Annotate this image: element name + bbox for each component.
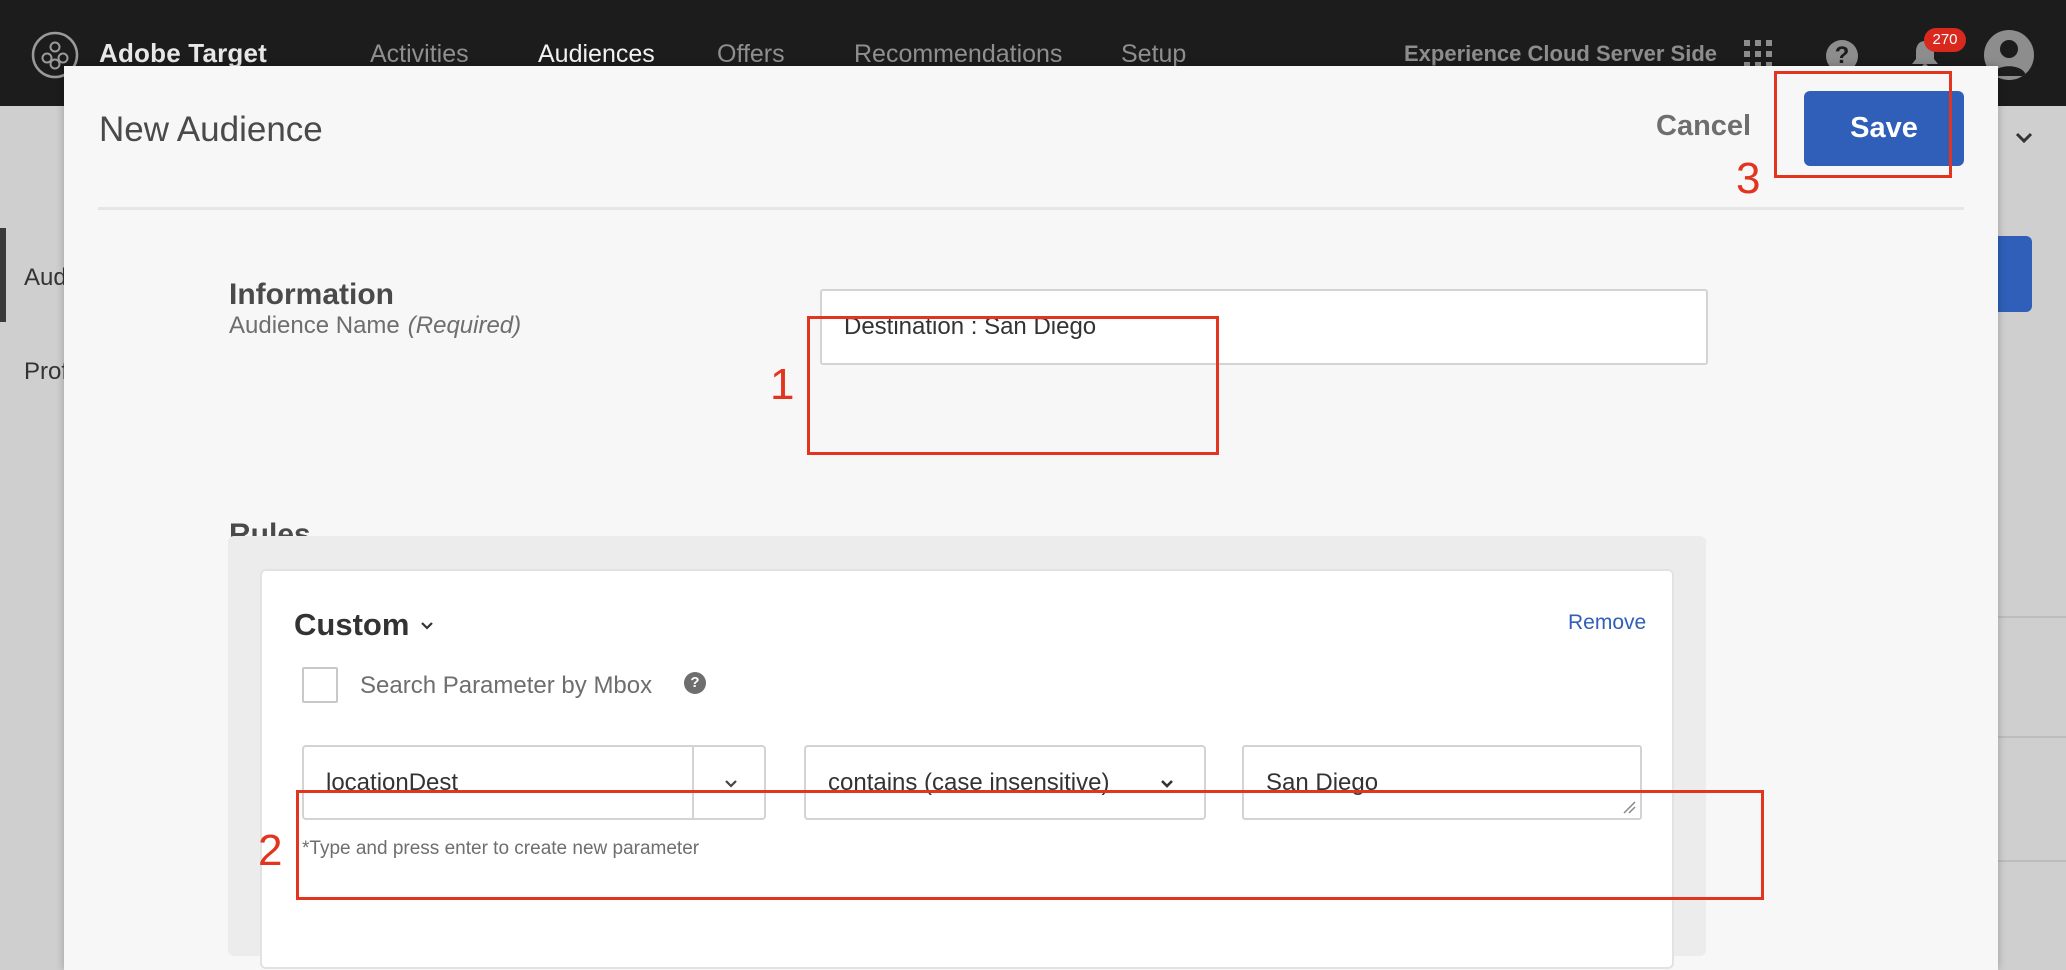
nav-offers[interactable]: Offers (717, 40, 785, 69)
callout-box-2 (296, 790, 1764, 900)
sidebar-item-profile[interactable]: Prof (24, 358, 68, 386)
nav-recommendations[interactable]: Recommendations (854, 40, 1062, 69)
nav-audiences[interactable]: Audiences (538, 40, 655, 69)
help-icon[interactable]: ? (684, 672, 706, 694)
callout-box-3 (1774, 71, 1952, 178)
sidebar-item-audiences[interactable]: Aud (24, 264, 67, 292)
callout-box-1 (807, 316, 1219, 455)
modal-title: New Audience (99, 110, 323, 149)
divider (1998, 736, 2066, 738)
callout-number-2: 2 (258, 826, 283, 875)
chevron-down-icon[interactable] (2012, 126, 2036, 150)
callout-number-3: 3 (1736, 154, 1761, 203)
modal-header-divider (98, 207, 1964, 210)
remove-rule-link[interactable]: Remove (1568, 611, 1646, 635)
callout-number-1: 1 (770, 360, 795, 409)
divider (1998, 616, 2066, 618)
divider (1998, 860, 2066, 862)
org-switcher[interactable]: Experience Cloud Server Side (1404, 41, 1717, 67)
nav-activities[interactable]: Activities (370, 40, 469, 69)
required-label: (Required) (407, 312, 522, 339)
audience-name-label-text: Audience Name (229, 312, 400, 339)
audience-name-label: Audience Name (Required) (229, 312, 521, 340)
nav-setup[interactable]: Setup (1121, 40, 1186, 69)
search-by-mbox-label: Search Parameter by Mbox (360, 672, 653, 699)
rule-type-selector[interactable]: Custom (294, 607, 409, 643)
notification-badge: 270 (1924, 28, 1966, 52)
information-heading: Information (229, 278, 394, 311)
app-brand: Adobe Target (99, 38, 268, 68)
sidebar-selection-indicator (0, 228, 6, 322)
chevron-down-icon[interactable] (418, 616, 436, 634)
cancel-button[interactable]: Cancel (1656, 110, 1751, 143)
search-by-mbox-checkbox[interactable] (302, 667, 338, 703)
